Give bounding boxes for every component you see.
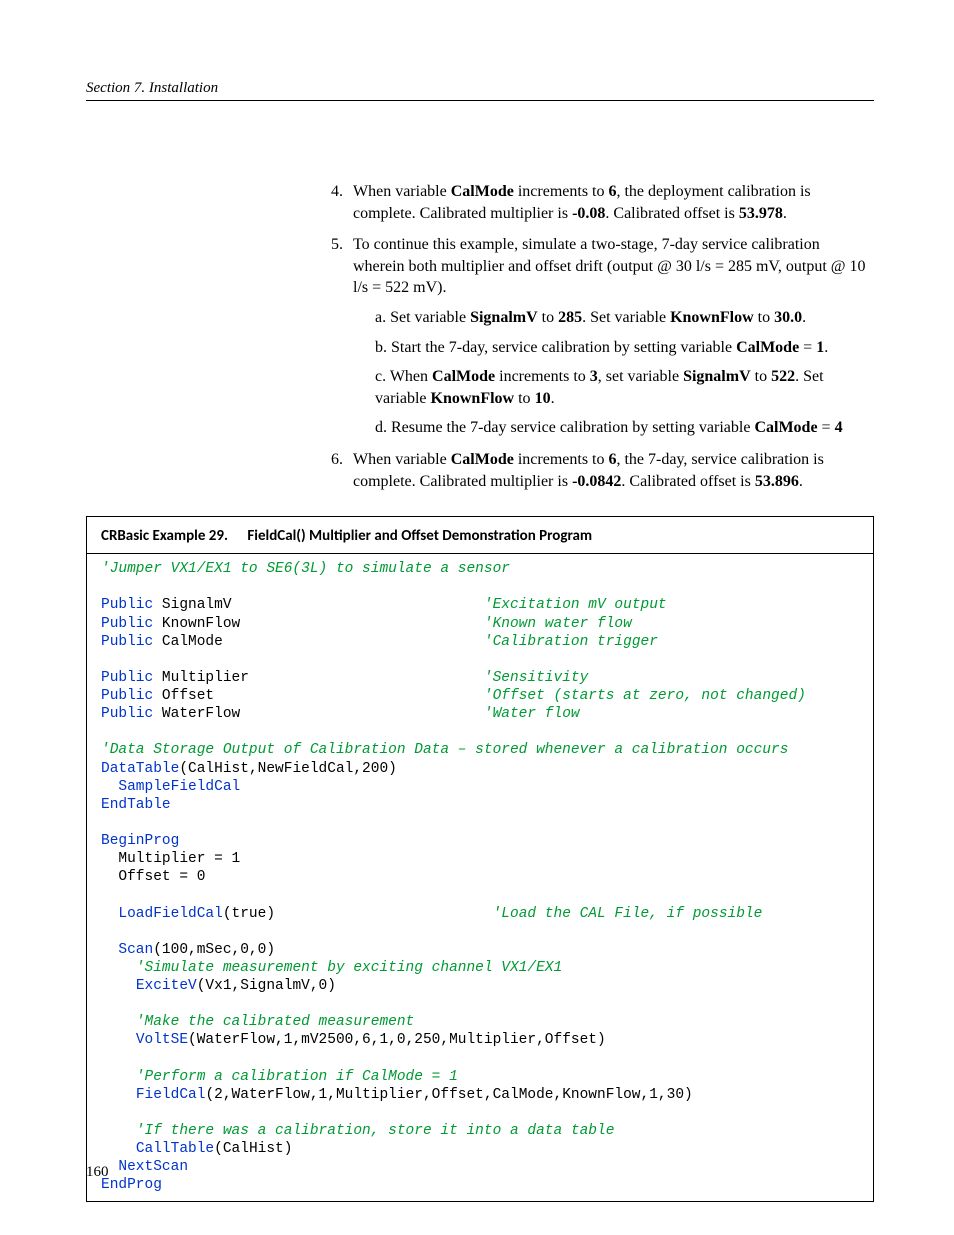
example-name: FieldCal() Multiplier and Offset Demonst… xyxy=(247,527,592,545)
step-5-num: 5. xyxy=(331,234,343,256)
body-text: 4. When variable CalMode increments to 6… xyxy=(86,181,874,492)
code-example-title: CRBasic Example 29. FieldCal() Multiplie… xyxy=(87,517,873,554)
step-6: 6. When variable CalMode increments to 6… xyxy=(331,449,874,492)
step-5-text: To continue this example, simulate a two… xyxy=(353,236,866,296)
step-6-num: 6. xyxy=(331,449,343,471)
step-5c: c. When CalMode increments to 3, set var… xyxy=(375,366,874,409)
step-4: 4. When variable CalMode increments to 6… xyxy=(331,181,874,224)
step-5b: b. Start the 7-day, service calibration … xyxy=(375,337,874,359)
code-example-box: CRBasic Example 29. FieldCal() Multiplie… xyxy=(86,516,874,1201)
step-5: 5. To continue this example, simulate a … xyxy=(331,234,874,439)
step-6-text: When variable CalMode increments to 6, t… xyxy=(353,451,824,490)
running-header: Section 7. Installation xyxy=(86,80,874,101)
page-number: 160 xyxy=(86,1164,109,1181)
example-label: CRBasic Example 29. xyxy=(101,527,228,545)
step-4-num: 4. xyxy=(331,181,343,203)
step-4-text: When variable CalMode increments to 6, t… xyxy=(353,183,811,222)
code-listing: 'Jumper VX1/EX1 to SE6(3L) to simulate a… xyxy=(87,554,873,1200)
step-5a: a. Set variable SignalmV to 285. Set var… xyxy=(375,307,874,329)
step-5d: d. Resume the 7-day service calibration … xyxy=(375,417,874,439)
